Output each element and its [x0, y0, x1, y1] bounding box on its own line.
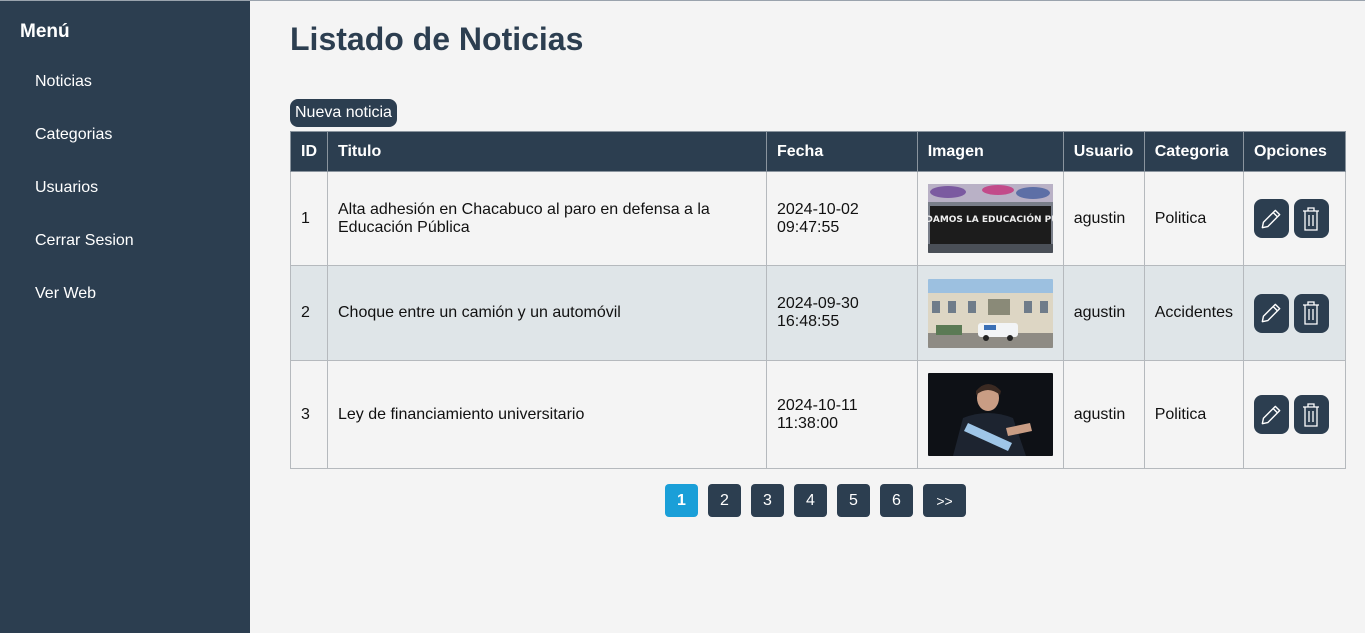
time-text: 16:48:55	[776, 313, 840, 330]
sidebar-item-categorias[interactable]: Categorias	[35, 125, 134, 178]
col-category-header: Categoria	[1143, 131, 1244, 172]
cell-category: Politica	[1143, 360, 1244, 469]
cell-user: agustin	[1062, 265, 1145, 361]
page-link-5[interactable]: 5	[837, 484, 870, 517]
delete-button[interactable]	[1293, 199, 1329, 238]
cell-id: 3	[290, 360, 328, 469]
cell-image: DEFENDAMOS LA EDUCACIÓN PÚBLICA	[916, 171, 1064, 266]
svg-text:DEFENDAMOS LA EDUCACIÓN PÚBLIC: DEFENDAMOS LA EDUCACIÓN PÚBLICA	[928, 213, 1053, 225]
col-title-header: Titulo	[327, 131, 767, 172]
page-link-3[interactable]: 3	[751, 484, 784, 517]
cell-options	[1242, 265, 1347, 361]
cell-user: agustin	[1062, 360, 1145, 469]
cell-title: Alta adhesión en Chacabuco al paro en de…	[327, 171, 767, 266]
delete-button[interactable]	[1293, 293, 1329, 333]
trash-icon	[1303, 301, 1320, 325]
pencil-icon	[1262, 405, 1281, 424]
cell-date: 2024-10-11 11:38:00	[765, 360, 918, 469]
page-link-4[interactable]: 4	[794, 484, 827, 517]
cell-date: 2024-09-30 16:48:55	[765, 265, 918, 361]
time-text: 11:38:00	[776, 414, 839, 432]
cell-id: 2	[290, 265, 328, 361]
cell-user: agustin	[1062, 171, 1145, 266]
col-date-header: Fecha	[765, 131, 918, 172]
news-image-protest: DEFENDAMOS LA EDUCACIÓN PÚBLICA	[927, 184, 1053, 253]
page-link-2[interactable]: 2	[708, 484, 741, 517]
col-id-header: ID	[290, 131, 328, 172]
page-title: Listado de Noticias	[290, 21, 584, 57]
cell-options	[1242, 171, 1347, 266]
table-row: 3 Ley de financiamiento universitario 20…	[290, 360, 1347, 469]
sidebar-item-noticias[interactable]: Noticias	[35, 72, 134, 125]
cell-title: Ley de financiamiento universitario	[327, 360, 767, 469]
edit-button[interactable]	[1253, 293, 1289, 333]
sidebar-item-usuarios[interactable]: Usuarios	[35, 178, 134, 231]
cell-id: 1	[290, 171, 328, 266]
edit-button[interactable]	[1253, 199, 1289, 238]
col-options-header: Opciones	[1242, 131, 1347, 172]
col-user-header: Usuario	[1062, 131, 1145, 172]
sidebar-item-ver-web[interactable]: Ver Web	[35, 284, 134, 337]
date-text: 2024-10-02	[776, 200, 859, 218]
edit-button[interactable]	[1253, 395, 1289, 434]
trash-icon	[1303, 206, 1320, 231]
pagination: 1 2 3 4 5 6 >>	[665, 484, 966, 517]
sidebar-title: Menú	[20, 21, 70, 42]
new-news-button[interactable]: Nueva noticia	[290, 99, 397, 127]
cell-title: Choque entre un camión y un automóvil	[327, 265, 767, 361]
cell-image	[916, 265, 1064, 361]
time-text: 09:47:55	[776, 218, 840, 236]
cell-category: Politica	[1143, 171, 1244, 266]
sidebar: Menú Noticias Categorias Usuarios Cerrar…	[0, 1, 250, 633]
page-next-button[interactable]: >>	[923, 484, 966, 517]
date-text: 2024-10-11	[776, 396, 858, 414]
pencil-icon	[1262, 209, 1281, 228]
news-table: ID Titulo Fecha Imagen Usuario Categoria…	[290, 131, 1347, 469]
date-text: 2024-09-30	[776, 295, 859, 312]
cell-image	[916, 360, 1064, 469]
cell-date: 2024-10-02 09:47:55	[765, 171, 918, 266]
page-link-6[interactable]: 6	[880, 484, 913, 517]
trash-icon	[1303, 402, 1320, 427]
table-row: 1 Alta adhesión en Chacabuco al paro en …	[290, 171, 1347, 266]
table-header-row: ID Titulo Fecha Imagen Usuario Categoria…	[290, 131, 1347, 172]
pencil-icon	[1262, 303, 1281, 323]
delete-button[interactable]	[1293, 395, 1329, 434]
news-image-politician	[927, 373, 1053, 456]
page-link-1[interactable]: 1	[665, 484, 698, 517]
news-image-crash	[927, 278, 1053, 348]
cell-category: Accidentes	[1143, 265, 1244, 361]
cell-options	[1242, 360, 1347, 469]
sidebar-menu: Noticias Categorias Usuarios Cerrar Sesi…	[35, 72, 134, 337]
table-row: 2 Choque entre un camión y un automóvil …	[290, 265, 1347, 361]
sidebar-item-cerrar-sesion[interactable]: Cerrar Sesion	[35, 231, 134, 284]
col-image-header: Imagen	[916, 131, 1064, 172]
